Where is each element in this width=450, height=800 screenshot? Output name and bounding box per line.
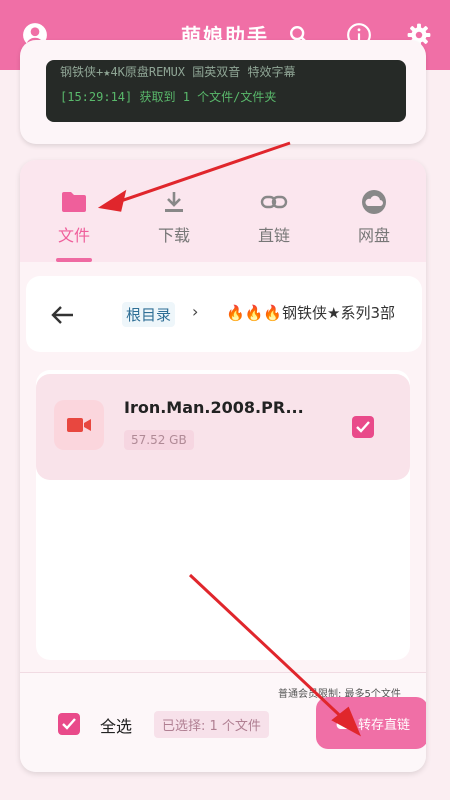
cloud-icon xyxy=(336,188,412,216)
tab-files[interactable]: 文件 xyxy=(36,188,112,246)
breadcrumb-root[interactable]: 根目录 xyxy=(122,302,176,327)
tab-label: 下载 xyxy=(157,226,190,245)
file-size: 57.52 GB xyxy=(124,430,194,450)
log-console: 钢铁侠+★4K原盘REMUX 国英双音 特效字幕 [15:29:14] 获取到 … xyxy=(46,60,406,122)
tab-label: 文件 xyxy=(57,226,90,245)
download-icon xyxy=(136,188,212,216)
log-line: [15:29:14] 获取到 1 个文件/文件夹 xyxy=(60,90,277,104)
breadcrumb-current-label: 钢铁侠★系列3部 xyxy=(282,304,396,322)
tab-direct-link[interactable]: 直链 xyxy=(236,188,312,246)
tab-cloud-drive[interactable]: 网盘 xyxy=(336,188,412,246)
file-browser-card: 文件 下载 直链 网盘 根目录 › 🔥🔥🔥钢铁侠★系列3部 Iron.Man.2… xyxy=(20,160,426,772)
arrow-left-icon[interactable] xyxy=(48,300,78,330)
file-list: Iron.Man.2008.PR... 57.52 GB xyxy=(36,370,410,660)
tab-download[interactable]: 下载 xyxy=(136,188,212,246)
breadcrumb-current[interactable]: 🔥🔥🔥钢铁侠★系列3部 xyxy=(226,302,395,323)
video-icon xyxy=(54,400,104,450)
link-icon xyxy=(236,188,312,216)
log-line: 钢铁侠+★4K原盘REMUX 国英双音 特效字幕 xyxy=(60,65,296,79)
list-item[interactable]: Iron.Man.2008.PR... 57.52 GB xyxy=(36,374,410,480)
check-icon xyxy=(62,718,76,730)
select-all-label[interactable]: 全选 xyxy=(100,713,132,737)
active-tab-indicator xyxy=(56,258,92,262)
tab-label: 网盘 xyxy=(357,226,390,245)
save-direct-link-button[interactable]: 转存直链 xyxy=(316,697,426,749)
tab-bar: 文件 下载 直链 网盘 xyxy=(20,160,426,262)
save-button-label: 转存直链 xyxy=(358,717,411,733)
select-all-checkbox[interactable] xyxy=(58,713,80,735)
file-checkbox[interactable] xyxy=(352,416,374,438)
folder-icon xyxy=(36,188,112,216)
cloud-upload-icon xyxy=(336,717,354,730)
action-bar: 普通会员限制: 最多5个文件 全选 已选择: 1 个文件 转存直链 xyxy=(20,672,426,772)
flame-emoji: 🔥🔥🔥 xyxy=(226,304,283,322)
selected-count-badge: 已选择: 1 个文件 xyxy=(154,711,269,738)
check-icon xyxy=(356,421,370,433)
tab-label: 直链 xyxy=(257,226,290,245)
file-name: Iron.Man.2008.PR... xyxy=(124,398,304,417)
breadcrumb: 根目录 › 🔥🔥🔥钢铁侠★系列3部 xyxy=(26,276,422,352)
breadcrumb-separator: › xyxy=(192,302,199,321)
